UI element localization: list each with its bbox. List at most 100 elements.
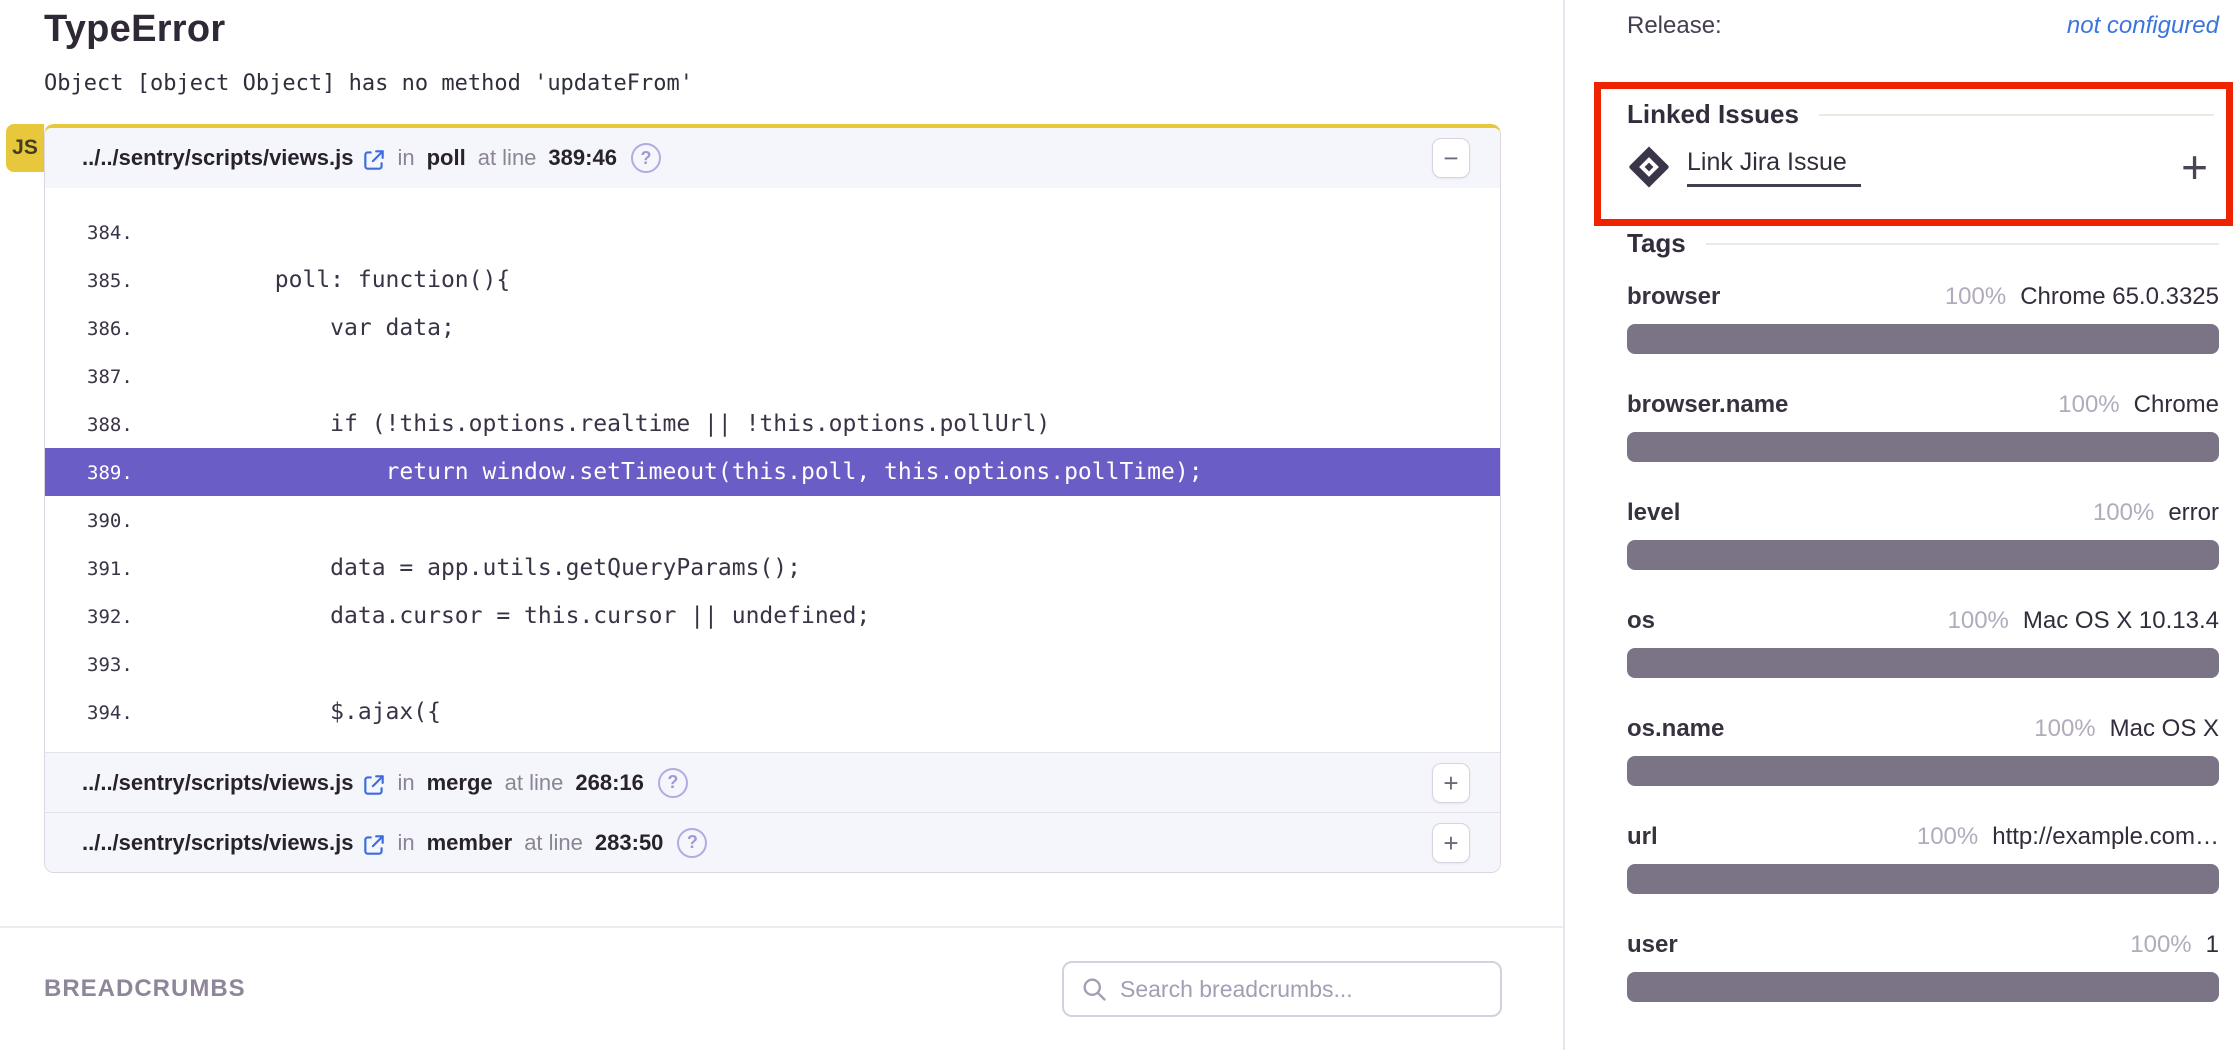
frame-in-label: in <box>397 830 414 856</box>
tag-percent: 100% <box>1945 283 2006 311</box>
release-not-configured-link[interactable]: not configured <box>2067 12 2219 40</box>
tag-percent: 100% <box>2093 499 2154 527</box>
tag-distribution-bar <box>1627 864 2219 894</box>
tag-name: level <box>1627 499 1680 527</box>
frame-atline-label: at line <box>524 830 583 856</box>
breadcrumbs-search-input[interactable] <box>1118 975 1484 1004</box>
tags-title: Tags <box>1627 228 1686 259</box>
tag-value: Chrome <box>2134 391 2219 419</box>
error-message: Object [object Object] has no method 'up… <box>44 71 1563 96</box>
tags-heading: Tags <box>1627 228 2219 259</box>
tag-value: 1 <box>2206 931 2219 959</box>
tag-row-level: level 100% error <box>1627 499 2219 570</box>
tag-distribution-bar <box>1627 756 2219 786</box>
breadcrumbs-section-header: BREADCRUMBS <box>0 926 1563 1050</box>
stack-frame-header-member[interactable]: ../../sentry/scripts/views.js in member … <box>45 812 1500 872</box>
code-line: 390. <box>45 496 1500 544</box>
tags-section: Tags browser 100% Chrome 65.0.3325 brows… <box>1627 228 2219 1039</box>
tag-row-url: url 100% http://example.com… <box>1627 823 2219 894</box>
heading-rule <box>1706 243 2219 245</box>
release-label: Release: <box>1627 12 1722 40</box>
tag-value: Mac OS X 10.13.4 <box>2023 607 2219 635</box>
stacktrace-card: JS ../../sentry/scripts/views.js in poll… <box>44 124 1501 873</box>
frame-line-number: 389:46 <box>548 145 617 171</box>
stack-frame-header-poll[interactable]: ../../sentry/scripts/views.js in poll at… <box>45 128 1500 188</box>
tag-value: Chrome 65.0.3325 <box>2020 283 2219 311</box>
tag-percent: 100% <box>2058 391 2119 419</box>
platform-js-badge: JS <box>6 124 44 172</box>
frame-file-path: ../../sentry/scripts/views.js <box>82 770 353 796</box>
jira-icon <box>1627 145 1671 189</box>
expand-frame-button[interactable]: + <box>1432 763 1470 803</box>
issue-detail-main: TypeError Object [object Object] has no … <box>0 0 1563 1050</box>
tag-row-user: user 100% 1 <box>1627 931 2219 1002</box>
code-line: 392. data.cursor = this.cursor || undefi… <box>45 592 1500 640</box>
tag-value: error <box>2168 499 2219 527</box>
code-line: 385. poll: function(){ <box>45 256 1500 304</box>
release-row: Release: not configured <box>1627 12 2219 40</box>
tag-distribution-bar <box>1627 324 2219 354</box>
help-icon[interactable]: ? <box>658 768 688 798</box>
frame-atline-label: at line <box>478 145 537 171</box>
error-type-title: TypeError <box>44 8 1563 51</box>
frame-file-path: ../../sentry/scripts/views.js <box>82 145 353 171</box>
tag-percent: 100% <box>1948 607 2009 635</box>
tag-name: user <box>1627 931 1678 959</box>
frame-atline-label: at line <box>505 770 564 796</box>
frame-in-label: in <box>397 145 414 171</box>
tag-name: url <box>1627 823 1658 851</box>
breadcrumbs-search-box[interactable] <box>1062 961 1502 1017</box>
frame-line-number: 283:50 <box>595 830 664 856</box>
link-jira-issue-link[interactable]: Link Jira Issue <box>1687 148 1861 187</box>
code-line: 388. if (!this.options.realtime || !this… <box>45 400 1500 448</box>
tag-row-browser-name: browser.name 100% Chrome <box>1627 391 2219 462</box>
linked-issues-title: Linked Issues <box>1627 99 1799 130</box>
expand-frame-button[interactable]: + <box>1432 823 1470 863</box>
code-line: 387. <box>45 352 1500 400</box>
tag-name: browser.name <box>1627 391 1788 419</box>
tag-distribution-bar <box>1627 648 2219 678</box>
add-linked-issue-button[interactable]: + <box>2181 144 2208 190</box>
code-line: 386. var data; <box>45 304 1500 352</box>
external-link-icon[interactable] <box>361 772 387 798</box>
frame-function-name: poll <box>427 145 466 171</box>
search-icon <box>1080 975 1108 1003</box>
tag-distribution-bar <box>1627 432 2219 462</box>
help-icon[interactable]: ? <box>677 828 707 858</box>
code-line-highlighted: 389. return window.setTimeout(this.poll,… <box>45 448 1500 496</box>
code-line: 394. $.ajax({ <box>45 688 1500 736</box>
tag-percent: 100% <box>2130 931 2191 959</box>
frame-in-label: in <box>397 770 414 796</box>
link-jira-row: Link Jira Issue + <box>1627 144 2214 190</box>
heading-rule <box>1819 114 2214 116</box>
tag-distribution-bar <box>1627 540 2219 570</box>
frame-function-name: member <box>427 830 513 856</box>
tag-distribution-bar <box>1627 972 2219 1002</box>
collapse-frame-button[interactable]: − <box>1432 138 1470 178</box>
frame-line-number: 268:16 <box>575 770 644 796</box>
tag-value: Mac OS X <box>2110 715 2219 743</box>
code-line: 393. <box>45 640 1500 688</box>
tag-value: http://example.com… <box>1992 823 2219 851</box>
tag-percent: 100% <box>1917 823 1978 851</box>
stack-frame-header-merge[interactable]: ../../sentry/scripts/views.js in merge a… <box>45 752 1500 812</box>
external-link-icon[interactable] <box>361 832 387 858</box>
tag-name: os <box>1627 607 1655 635</box>
frame-file-path: ../../sentry/scripts/views.js <box>82 830 353 856</box>
linked-issues-heading: Linked Issues <box>1627 99 2214 130</box>
code-line: 384. <box>45 208 1500 256</box>
frame-function-name: merge <box>427 770 493 796</box>
issue-sidebar: Release: not configured Linked Issues Li… <box>1563 0 2234 1050</box>
annotation-highlight-box: Linked Issues Link Jira Issue + <box>1594 82 2233 226</box>
external-link-icon[interactable] <box>361 147 387 173</box>
tag-row-os-name: os.name 100% Mac OS X <box>1627 715 2219 786</box>
tag-percent: 100% <box>2034 715 2095 743</box>
tag-row-os: os 100% Mac OS X 10.13.4 <box>1627 607 2219 678</box>
breadcrumbs-title: BREADCRUMBS <box>44 975 246 1003</box>
tag-row-browser: browser 100% Chrome 65.0.3325 <box>1627 283 2219 354</box>
code-context: 384. 385. poll: function(){ 386. var dat… <box>45 188 1500 752</box>
code-line: 391. data = app.utils.getQueryParams(); <box>45 544 1500 592</box>
help-icon[interactable]: ? <box>631 143 661 173</box>
tag-name: browser <box>1627 283 1720 311</box>
tag-name: os.name <box>1627 715 1724 743</box>
